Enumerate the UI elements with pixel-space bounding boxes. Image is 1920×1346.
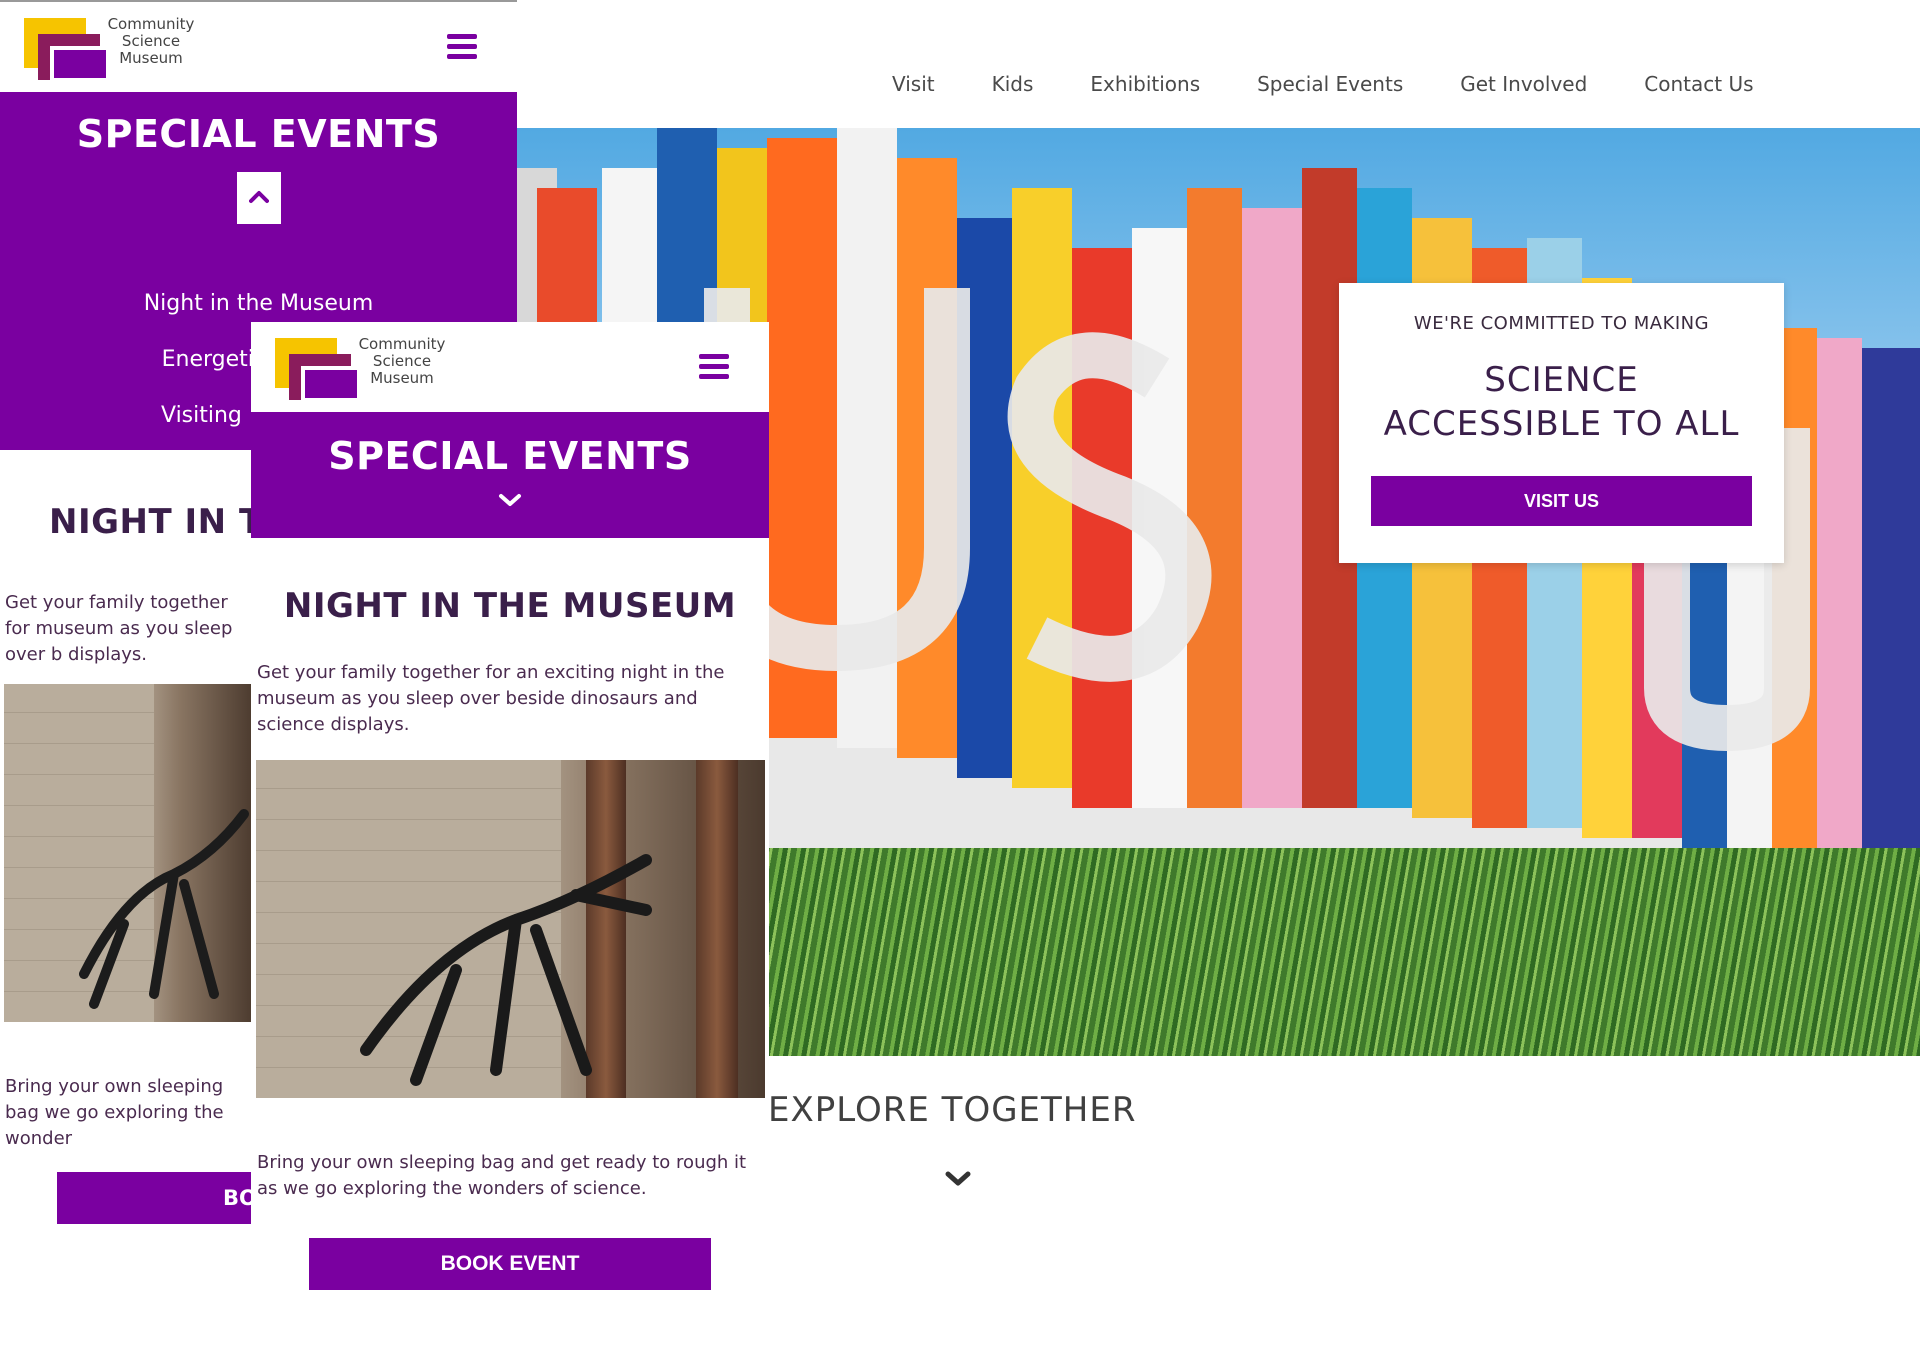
museum-logo[interactable]: Community Science Museum: [24, 16, 194, 82]
dinosaur-skeleton-shape: [79, 809, 249, 1009]
logo-line-2: Science: [121, 32, 181, 50]
desktop-nav: Visit Kids Exhibitions Special Events Ge…: [517, 0, 1920, 128]
special-events-menu-closed: SPECIAL EVENTS: [251, 412, 769, 538]
dinosaur-skeleton-photo: [256, 760, 765, 1098]
chevron-up-icon: [248, 191, 269, 203]
chevron-down-icon[interactable]: [945, 1170, 971, 1188]
mobile-header: Community Science Museum: [0, 2, 517, 92]
menu-section-title: SPECIAL EVENTS: [328, 434, 692, 478]
collapse-button[interactable]: [236, 172, 281, 224]
nav-item-special-events[interactable]: Special Events: [1257, 72, 1403, 96]
logo-line-3: Museum: [370, 369, 434, 387]
nav-item-visit[interactable]: Visit: [892, 72, 935, 96]
hero-kicker: WE'RE COMMITTED TO MAKING: [1413, 313, 1710, 334]
dinosaur-skeleton-shape: [360, 854, 652, 1086]
event-description: Get your family together for an exciting…: [257, 662, 725, 735]
nav-item-get-involved[interactable]: Get Involved: [1460, 72, 1587, 96]
event-description: Get your family together for museum as y…: [5, 592, 233, 665]
event-details: Bring your own sleeping bag and get read…: [257, 1152, 747, 1199]
dinosaur-skeleton-photo: [4, 684, 254, 1022]
logo-text: Community Science Museum: [96, 16, 206, 67]
logo-line-1: Community: [358, 335, 446, 353]
logo-line-2: Science: [372, 352, 432, 370]
mobile-header: Community Science Museum: [251, 322, 769, 412]
chevron-down-icon[interactable]: [498, 492, 522, 508]
event-heading: NIGHT IN THE MUSEUM: [283, 586, 737, 626]
explore-together-heading: EXPLORE TOGETHER: [768, 1090, 1137, 1130]
hamburger-icon[interactable]: [699, 354, 729, 380]
logo-text: Community Science Museum: [347, 336, 457, 387]
hero-headline-line1: SCIENCE: [1484, 360, 1639, 400]
nav-item-exhibitions[interactable]: Exhibitions: [1090, 72, 1200, 96]
mobile-view-menu-closed: Community Science Museum SPECIAL EVENTS …: [251, 322, 769, 1346]
menu-section-title: SPECIAL EVENTS: [76, 112, 441, 156]
logo-line-3: Museum: [119, 49, 183, 67]
museum-logo[interactable]: Community Science Museum: [275, 336, 445, 402]
hero-card: WE'RE COMMITTED TO MAKING SCIENCE ACCESS…: [1339, 283, 1784, 563]
visit-us-button[interactable]: VISIT US: [1371, 476, 1752, 526]
hero-headline-line2: ACCESSIBLE TO ALL: [1383, 404, 1740, 444]
nav-item-contact-us[interactable]: Contact Us: [1644, 72, 1753, 96]
event-details: Bring your own sleeping bag we go explor…: [5, 1076, 224, 1149]
hamburger-icon[interactable]: [447, 34, 477, 60]
nav-item-kids[interactable]: Kids: [992, 72, 1034, 96]
logo-line-1: Community: [107, 15, 195, 33]
hero-headline: SCIENCE ACCESSIBLE TO ALL: [1339, 358, 1784, 446]
book-event-button[interactable]: BOOK EVENT: [309, 1238, 711, 1290]
